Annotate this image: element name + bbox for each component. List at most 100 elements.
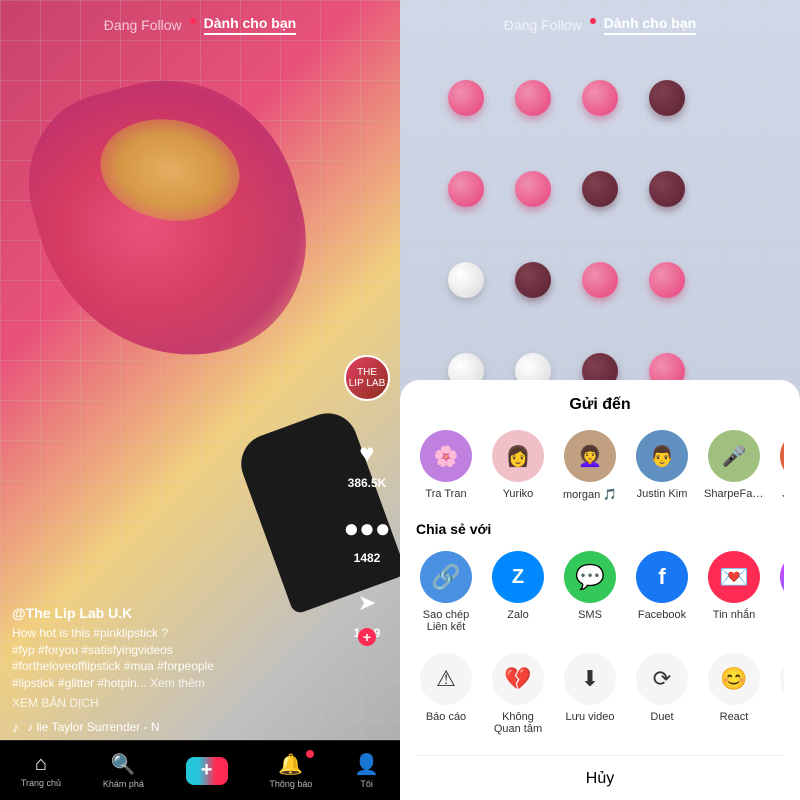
app-name-zalo: Zalo — [507, 609, 528, 621]
translate-button[interactable]: XEM BẢN DỊCH — [12, 696, 340, 710]
video-caption: How hot is this #pinklipstick ?#fyp #for… — [12, 625, 340, 692]
share-apps-row: 🔗 Sao chépLiên kết Z Zalo 💬 SMS f Facebo… — [416, 551, 784, 633]
avatar-container[interactable]: THELIP LAB + — [344, 355, 390, 401]
comment-button[interactable]: ●●● 1482 — [347, 508, 387, 565]
report-icon: ⚠ — [420, 653, 472, 705]
action-add-favorites[interactable]: 🔖 Thêm vàYêu thíc — [776, 653, 784, 735]
like-button[interactable]: ♥ 386.5K — [347, 433, 387, 490]
right-video-panel: Đang Follow Dành cho bạn Gửi đến 🌸 Tra T… — [400, 0, 800, 800]
app-facebook[interactable]: f Facebook — [632, 551, 692, 633]
sms-icon: 💬 — [564, 551, 616, 603]
duet-icon: ⟳ — [636, 653, 688, 705]
app-name-sms: SMS — [578, 609, 602, 621]
profile-icon: 👤 — [354, 752, 379, 777]
cancel-button[interactable]: Hủy — [416, 755, 784, 800]
dot-4 — [649, 80, 685, 116]
nav-inbox[interactable]: 🔔 Thông báo — [269, 752, 312, 789]
dot-1 — [448, 80, 484, 116]
music-text: ♪ lie Taylor Surrender - N — [27, 720, 160, 734]
dot-10 — [515, 262, 551, 298]
app-messages[interactable]: 💌 Tin nhắn — [704, 551, 764, 633]
music-icon: ♪ — [12, 719, 19, 735]
app-zalo[interactable]: Z Zalo — [488, 551, 548, 633]
dot-2 — [515, 80, 551, 116]
bottom-navigation: ⌂ Trang chủ 🔍 Khám phá + 🔔 Thông báo 👤 T… — [0, 740, 400, 800]
contact-name-tra: Tra Tran — [425, 488, 466, 500]
contact-yuriko[interactable]: 👩 Yuriko — [488, 430, 548, 501]
share-panel-title: Gửi đến — [416, 396, 784, 414]
music-bar: ♪ ♪ lie Taylor Surrender - N — [12, 719, 388, 735]
creator-avatar: THELIP LAB — [344, 355, 390, 401]
action-not-interested[interactable]: 💔 KhôngQuan tâm — [488, 653, 548, 735]
profile-label: Tôi — [360, 779, 373, 789]
comment-count: 1482 — [354, 551, 381, 565]
home-label: Trang chủ — [21, 778, 61, 788]
share-panel: Gửi đến 🌸 Tra Tran 👩 Yuriko 👩‍🦱 morgan 🎵… — [400, 380, 800, 800]
react-icon: 😊 — [708, 653, 760, 705]
contact-name-morgan: morgan 🎵 — [563, 488, 617, 501]
not-interested-icon: 💔 — [492, 653, 544, 705]
action-report[interactable]: ⚠ Báo cáo — [416, 653, 476, 735]
save-video-icon: ⬇ — [564, 653, 616, 705]
app-messenger[interactable]: m Messeng — [776, 551, 784, 633]
contact-avatar-yuriko: 👩 — [492, 430, 544, 482]
contact-morgan[interactable]: 👩‍🦱 morgan 🎵 — [560, 430, 620, 501]
action-name-report: Báo cáo — [426, 711, 466, 723]
dot-7 — [582, 171, 618, 207]
contact-sharpe[interactable]: 🎤 SharpeFamilySingers — [704, 430, 764, 501]
see-more-button[interactable]: Xem thêm — [150, 676, 205, 690]
action-name-react: React — [720, 711, 749, 723]
contact-avatar-justin: 👨 — [636, 430, 688, 482]
nav-dot-right — [590, 18, 596, 24]
home-icon: ⌂ — [35, 753, 47, 776]
action-save-video[interactable]: ⬇ Lưu video — [560, 653, 620, 735]
dot-3 — [582, 80, 618, 116]
creator-username[interactable]: @The Lip Lab U.K — [12, 605, 340, 621]
add-button[interactable]: + — [186, 757, 228, 785]
app-name-facebook: Facebook — [638, 609, 686, 621]
top-navigation-right: Đang Follow Dành cho bạn — [400, 0, 800, 50]
search-icon: 🔍 — [111, 752, 136, 777]
tab-following-right[interactable]: Đang Follow — [504, 17, 582, 33]
contact-justin-kim[interactable]: 👨 Justin Kim — [632, 430, 692, 501]
nav-home[interactable]: ⌂ Trang chủ — [21, 753, 61, 788]
dot-8 — [649, 171, 685, 207]
action-duet[interactable]: ⟳ Duet — [632, 653, 692, 735]
contacts-row: 🌸 Tra Tran 👩 Yuriko 👩‍🦱 morgan 🎵 👨 Justi… — [416, 430, 784, 501]
app-sms[interactable]: 💬 SMS — [560, 551, 620, 633]
contact-name-justin-vib: Justin Vib — [782, 488, 784, 500]
zalo-icon: Z — [492, 551, 544, 603]
nav-add[interactable]: + — [186, 757, 228, 785]
app-copy-link[interactable]: 🔗 Sao chépLiên kết — [416, 551, 476, 633]
video-info: @The Lip Lab U.K How hot is this #pinkli… — [12, 605, 340, 710]
like-count: 386.5K — [348, 476, 387, 490]
nav-dot-left — [190, 18, 196, 24]
dot-5 — [448, 171, 484, 207]
tab-foryou-right[interactable]: Dành cho bạn — [604, 15, 697, 35]
nav-profile[interactable]: 👤 Tôi — [354, 752, 379, 789]
contact-name-sharpe: SharpeFamilySingers — [704, 488, 764, 500]
dot-6 — [515, 171, 551, 207]
follow-button[interactable]: + — [358, 628, 376, 646]
share-icon: ➤ — [347, 583, 387, 623]
inbox-icon: 🔔 — [278, 752, 303, 777]
top-navigation-left: Đang Follow Dành cho bạn — [0, 0, 400, 50]
contact-tra-tran[interactable]: 🌸 Tra Tran — [416, 430, 476, 501]
inbox-label: Thông báo — [269, 779, 312, 789]
favorites-icon: 🔖 — [780, 653, 784, 705]
left-video-panel: Đang Follow Dành cho bạn THELIP LAB + ♥ … — [0, 0, 400, 800]
contact-avatar-morgan: 👩‍🦱 — [564, 430, 616, 482]
contact-avatar-sharpe: 🎤 — [708, 430, 760, 482]
action-name-not-interested: KhôngQuan tâm — [494, 711, 542, 735]
app-name-messages: Tin nhắn — [713, 609, 755, 621]
contact-justin-vib[interactable]: 👨‍🦱 Justin Vib — [776, 430, 784, 501]
tab-following-left[interactable]: Đang Follow — [104, 17, 182, 33]
messages-icon: 💌 — [708, 551, 760, 603]
facebook-icon: f — [636, 551, 688, 603]
copy-link-icon: 🔗 — [420, 551, 472, 603]
tab-foryou-left[interactable]: Dành cho bạn — [204, 15, 297, 35]
nav-search[interactable]: 🔍 Khám phá — [103, 752, 144, 789]
action-react[interactable]: 😊 React — [704, 653, 764, 735]
contact-name-justin-kim: Justin Kim — [637, 488, 688, 500]
share-with-title: Chia sẻ với — [416, 521, 784, 537]
